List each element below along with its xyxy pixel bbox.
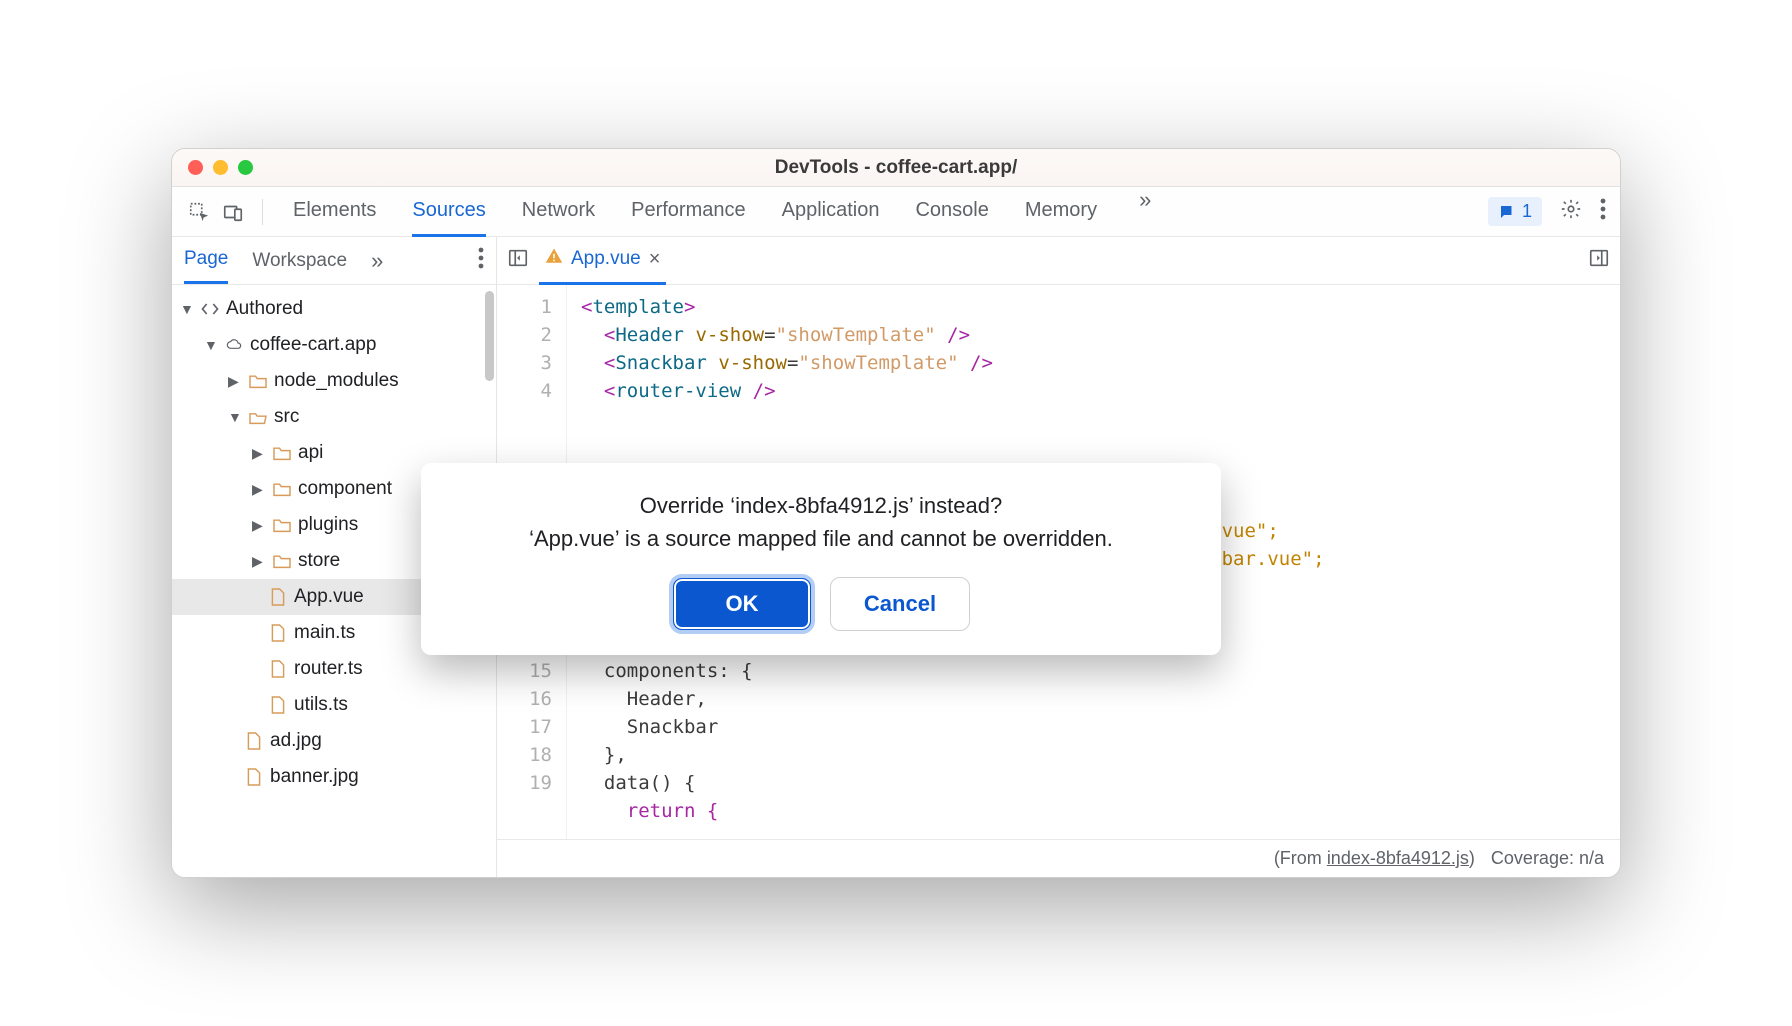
file-icon xyxy=(268,587,288,607)
folder-icon xyxy=(272,479,292,499)
file-icon xyxy=(244,767,264,787)
tree-label: coffee-cart.app xyxy=(250,334,376,356)
tree-label: banner.jpg xyxy=(270,766,359,788)
code-brackets-icon xyxy=(200,299,220,319)
editor-statusbar: (From index-8bfa4912.js) Coverage: n/a xyxy=(497,839,1620,877)
file-icon xyxy=(268,695,288,715)
tree-label: Authored xyxy=(226,298,303,320)
tree-label: main.ts xyxy=(294,622,355,644)
navigator-tab-page[interactable]: Page xyxy=(184,237,228,284)
device-toolbar-icon[interactable] xyxy=(220,199,246,225)
sidebar-scrollbar[interactable] xyxy=(485,291,494,381)
cancel-button[interactable]: Cancel xyxy=(830,577,970,631)
tab-elements[interactable]: Elements xyxy=(293,187,376,237)
source-map-from: (From index-8bfa4912.js) xyxy=(1274,848,1475,869)
editor-tab-app-vue[interactable]: App.vue × xyxy=(539,237,666,285)
minimize-window-button[interactable] xyxy=(213,160,228,175)
tree-label: src xyxy=(274,406,299,428)
tree-file-router-ts[interactable]: router.ts xyxy=(172,651,496,687)
caret-right-icon: ▶ xyxy=(252,481,266,498)
tree-label: router.ts xyxy=(294,658,363,680)
tree-label: node_modules xyxy=(274,370,399,392)
navigator-options-icon[interactable] xyxy=(478,247,484,275)
caret-right-icon: ▶ xyxy=(252,517,266,534)
issues-counter[interactable]: 1 xyxy=(1488,197,1542,226)
panel-tabs: Elements Sources Network Performance App… xyxy=(293,187,1157,237)
issues-icon xyxy=(1498,203,1516,221)
tree-label: ad.jpg xyxy=(270,730,322,752)
caret-right-icon: ▶ xyxy=(252,553,266,570)
more-tabs-button[interactable]: » xyxy=(1133,187,1157,237)
ok-button[interactable]: OK xyxy=(672,577,812,631)
titlebar: DevTools - coffee-cart.app/ xyxy=(172,149,1620,187)
folder-icon xyxy=(272,443,292,463)
tree-folder-src[interactable]: ▼ src xyxy=(172,399,496,435)
caret-down-icon: ▼ xyxy=(180,301,194,317)
toolbar-separator xyxy=(262,199,263,225)
file-icon xyxy=(244,731,264,751)
zoom-window-button[interactable] xyxy=(238,160,253,175)
caret-right-icon: ▶ xyxy=(252,445,266,462)
tab-application[interactable]: Application xyxy=(782,187,880,237)
tab-performance[interactable]: Performance xyxy=(631,187,746,237)
editor-tab-label: App.vue xyxy=(571,248,641,270)
tab-console[interactable]: Console xyxy=(915,187,988,237)
navigator-tabs: Page Workspace » xyxy=(172,237,496,285)
dialog-message: Override ‘index-8bfa4912.js’ instead? ‘A… xyxy=(445,489,1197,555)
navigator-tab-workspace[interactable]: Workspace xyxy=(252,239,347,283)
tree-site[interactable]: ▼ coffee-cart.app xyxy=(172,327,496,363)
inspect-element-icon[interactable] xyxy=(186,199,212,225)
folder-icon xyxy=(272,551,292,571)
caret-down-icon: ▼ xyxy=(228,409,242,425)
tree-label: store xyxy=(298,550,340,572)
tree-file-utils-ts[interactable]: utils.ts xyxy=(172,687,496,723)
source-map-link[interactable]: index-8bfa4912.js xyxy=(1327,848,1469,868)
tab-memory[interactable]: Memory xyxy=(1025,187,1097,237)
override-dialog: Override ‘index-8bfa4912.js’ instead? ‘A… xyxy=(421,463,1221,655)
file-icon xyxy=(268,659,288,679)
folder-icon xyxy=(272,515,292,535)
warning-icon xyxy=(545,247,563,271)
cloud-icon xyxy=(224,335,244,355)
tree-label: api xyxy=(298,442,323,464)
tree-label: plugins xyxy=(298,514,358,536)
folder-icon xyxy=(248,371,268,391)
tree-label: utils.ts xyxy=(294,694,348,716)
navigator-more-tabs[interactable]: » xyxy=(371,248,383,274)
hide-debugger-icon[interactable] xyxy=(1588,247,1610,274)
coverage-status: Coverage: n/a xyxy=(1491,848,1604,869)
traffic-lights xyxy=(188,160,253,175)
tab-sources[interactable]: Sources xyxy=(412,187,485,237)
settings-icon[interactable] xyxy=(1560,198,1582,226)
caret-right-icon: ▶ xyxy=(228,373,242,390)
tree-file-ad-jpg[interactable]: ad.jpg xyxy=(172,723,496,759)
hide-navigator-icon[interactable] xyxy=(507,247,529,274)
folder-open-icon xyxy=(248,407,268,427)
more-options-icon[interactable] xyxy=(1600,198,1606,226)
tree-authored[interactable]: ▼ Authored xyxy=(172,291,496,327)
main-toolbar: Elements Sources Network Performance App… xyxy=(172,187,1620,237)
file-icon xyxy=(268,623,288,643)
close-window-button[interactable] xyxy=(188,160,203,175)
close-tab-icon[interactable]: × xyxy=(649,248,661,271)
tree-file-banner-jpg[interactable]: banner.jpg xyxy=(172,759,496,795)
window-title: DevTools - coffee-cart.app/ xyxy=(775,157,1017,179)
editor-tabs: App.vue × xyxy=(497,237,1620,285)
tree-label: component xyxy=(298,478,392,500)
issues-count: 1 xyxy=(1522,201,1532,222)
caret-down-icon: ▼ xyxy=(204,337,218,353)
tree-label: App.vue xyxy=(294,586,364,608)
tree-folder-node-modules[interactable]: ▶ node_modules xyxy=(172,363,496,399)
tab-network[interactable]: Network xyxy=(522,187,595,237)
